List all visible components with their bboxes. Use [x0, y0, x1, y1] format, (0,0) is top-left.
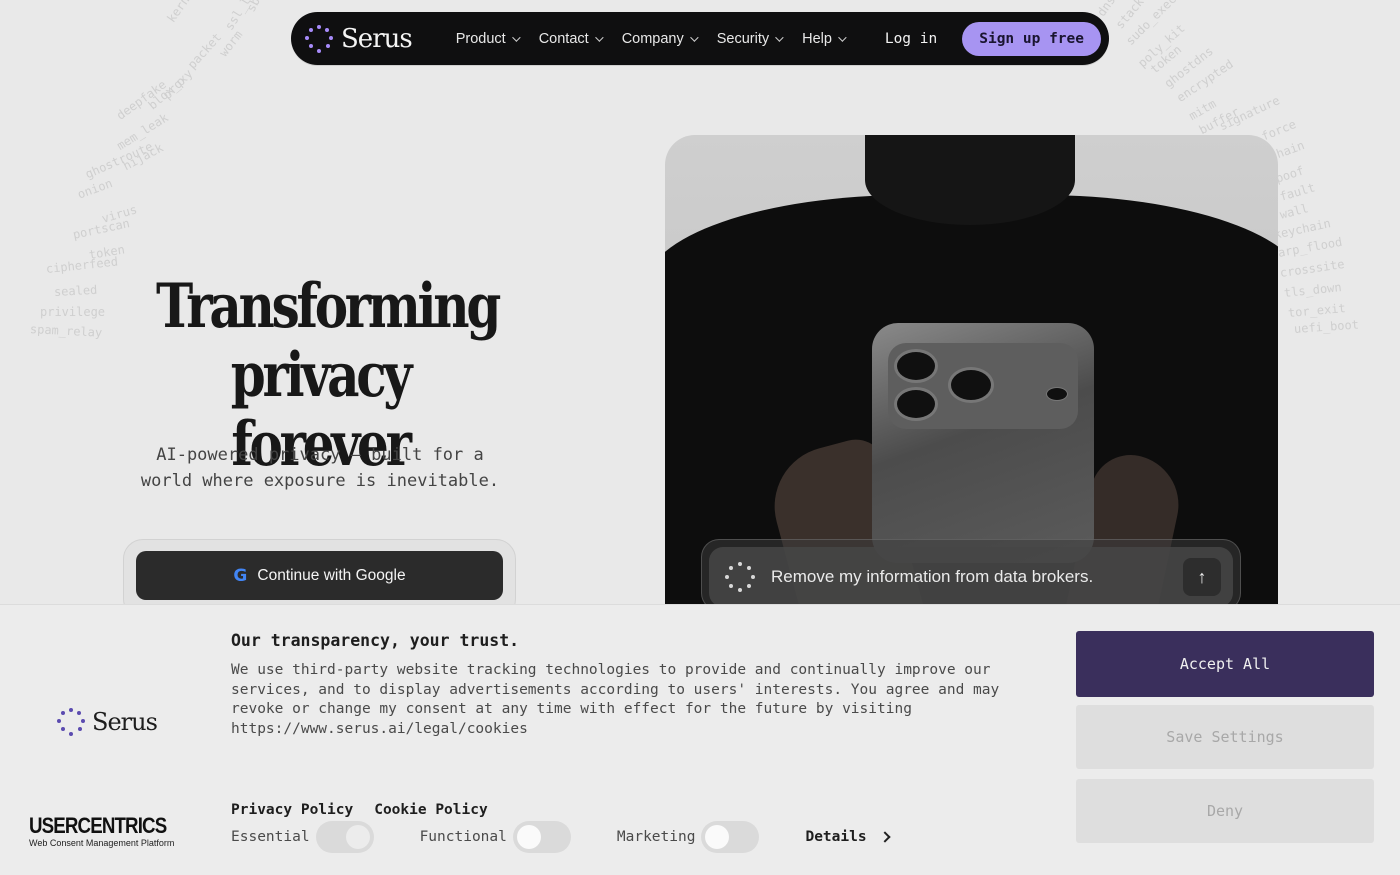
chevron-down-icon — [689, 32, 699, 42]
photo-collar — [865, 135, 1075, 225]
consent-brand-name: Serus — [92, 708, 158, 736]
deny-button[interactable]: Deny — [1076, 779, 1374, 843]
decor-word: worm — [216, 27, 246, 60]
details-label: Details — [805, 829, 867, 845]
chevron-down-icon — [511, 32, 521, 42]
toggle-knob — [705, 825, 730, 849]
prompt-text: Remove my information from data brokers. — [771, 567, 1094, 586]
accept-all-button[interactable]: Accept All — [1076, 631, 1374, 697]
brand-logo[interactable]: Serus — [305, 23, 413, 54]
nav-links: Product Contact Company Security Help — [455, 30, 847, 47]
nav-help[interactable]: Help — [802, 30, 847, 47]
nav-contact-label: Contact — [538, 30, 589, 47]
nav-company[interactable]: Company — [621, 30, 699, 47]
brand-name: Serus — [341, 23, 413, 54]
decor-word: kernel_panic — [164, 0, 225, 25]
cookie-policy-link[interactable]: Cookie Policy — [374, 802, 488, 818]
serus-logo-icon — [57, 708, 85, 736]
camera-lens — [894, 387, 938, 421]
chevron-down-icon — [775, 32, 784, 42]
usercentrics-logo[interactable]: USERCENTRICS Web Consent Management Plat… — [29, 813, 191, 848]
consent-policy-links: Privacy Policy Cookie Policy — [231, 802, 488, 818]
functional-label: Functional — [419, 829, 507, 845]
hero-title-line1: Transforming — [156, 271, 501, 342]
nav-company-label: Company — [621, 30, 684, 47]
nav-security[interactable]: Security — [716, 30, 784, 47]
signup-button[interactable]: Sign up free — [962, 21, 1101, 56]
chevron-down-icon — [838, 32, 847, 42]
camera-flash — [1046, 387, 1068, 401]
phone-camera-bump — [888, 343, 1078, 429]
nav-contact[interactable]: Contact — [538, 30, 604, 47]
decor-word: privilege — [40, 305, 106, 319]
hero-subtitle: AI-powered privacy — built for a world w… — [110, 442, 530, 494]
details-button[interactable]: Details — [805, 829, 891, 845]
chevron-right-icon — [878, 831, 891, 843]
marketing-label: Marketing — [616, 829, 696, 845]
essential-label: Essential — [231, 829, 310, 845]
consent-body: We use third-party website tracking tech… — [231, 662, 1000, 737]
decor-word: crosssite — [1279, 257, 1346, 280]
decor-word: poof — [1273, 163, 1306, 186]
login-link[interactable]: Log in — [885, 31, 937, 47]
camera-lens — [894, 349, 938, 383]
essential-toggle[interactable] — [315, 821, 374, 853]
consent-title: Our transparency, your trust. — [231, 631, 520, 650]
decor-word: cipherfeed — [45, 254, 119, 276]
chevron-down-icon — [594, 32, 604, 42]
usercentrics-name: USERCENTRICS — [29, 813, 167, 838]
hero-subtitle-line2: world where exposure is inevitable. — [140, 471, 500, 491]
consent-toggles: Essential Functional Marketing Details — [231, 821, 891, 853]
decor-word: fault — [1278, 180, 1317, 204]
nav-product[interactable]: Product — [455, 30, 521, 47]
arrow-up-icon[interactable]: ↑ — [1183, 558, 1221, 596]
google-signin-label: Continue with Google — [257, 566, 406, 584]
functional-toggle[interactable] — [512, 821, 571, 853]
nav-help-label: Help — [802, 30, 832, 47]
decor-word: portscan — [71, 216, 131, 242]
decor-word: spam_relay — [29, 322, 103, 340]
nav-product-label: Product — [455, 30, 506, 47]
decor-word: tls_down — [1283, 279, 1343, 300]
google-g-icon: G — [233, 565, 248, 586]
decor-word: onion — [75, 176, 115, 202]
top-nav: Serus Product Contact Company Security H… — [291, 12, 1109, 65]
google-signin-button[interactable]: G Continue with Google — [136, 551, 503, 600]
serus-logo-icon — [305, 24, 333, 53]
save-settings-button[interactable]: Save Settings — [1076, 705, 1374, 769]
serus-logo-icon — [725, 562, 755, 592]
ai-prompt-bar: Remove my information from data brokers.… — [709, 547, 1233, 607]
cookie-consent-banner: Serus USERCENTRICS Web Consent Managemen… — [0, 605, 1400, 875]
toggle-knob — [345, 825, 370, 849]
consent-brand-logo: Serus — [57, 708, 158, 736]
camera-lens — [948, 367, 994, 403]
marketing-toggle[interactable] — [701, 821, 760, 853]
photo-phone — [872, 323, 1094, 563]
decor-word: uefi_boot — [1293, 317, 1360, 336]
hero-subtitle-line1: AI-powered privacy — built for a — [156, 445, 484, 465]
decor-word: tor_exit — [1287, 300, 1347, 320]
toggle-knob — [516, 825, 541, 849]
nav-security-label: Security — [716, 30, 770, 47]
usercentrics-tagline: Web Consent Management Platform — [29, 838, 175, 848]
decor-word: sealed — [53, 282, 98, 299]
privacy-policy-link[interactable]: Privacy Policy — [231, 802, 353, 818]
decor-word: wall — [1278, 201, 1310, 222]
